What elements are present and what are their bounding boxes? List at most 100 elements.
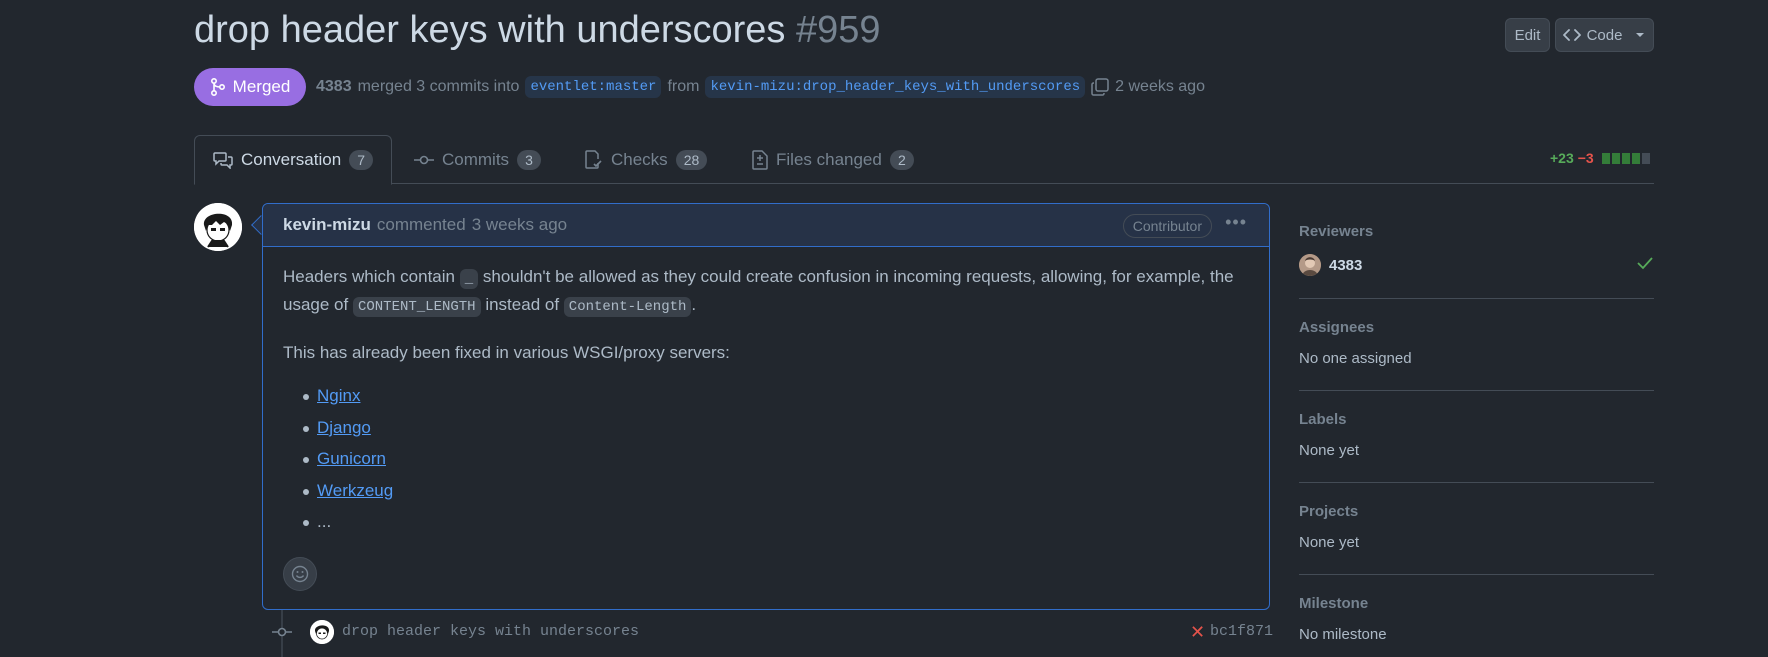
- reviewer-avatar-image: [1299, 254, 1321, 276]
- sidebar-assignees: Assignees No one assigned: [1299, 299, 1654, 391]
- pr-tabs: Conversation 7 Commits 3 Checks 28 Files…: [194, 135, 1654, 185]
- sidebar-reviewers: Reviewers 4383: [1299, 203, 1654, 299]
- pr-number: #959: [796, 9, 881, 51]
- merged-status-badge: Merged: [194, 68, 306, 106]
- comment-text: Headers which contain: [283, 267, 455, 286]
- tab-checks[interactable]: Checks 28: [567, 135, 725, 184]
- projects-value: None yet: [1299, 534, 1360, 551]
- diffstat-bar: [1601, 152, 1650, 164]
- tab-checks-label: Checks: [611, 149, 668, 169]
- link-werkzeug[interactable]: Werkzeug: [317, 481, 393, 500]
- commit-message-link[interactable]: drop header keys with underscores: [342, 623, 639, 640]
- avatar[interactable]: [310, 620, 334, 644]
- sidebar: Reviewers 4383 Assignees No one assigned…: [1299, 203, 1654, 657]
- caret-down-icon: [1636, 33, 1645, 37]
- from-word: from: [667, 78, 700, 95]
- diffstat: +23 −3: [1550, 150, 1650, 166]
- comment-paragraph: Headers which contain _ shouldn't be all…: [283, 264, 1249, 320]
- server-list: Nginx Django Gunicorn Werkzeug ...: [283, 381, 1249, 539]
- comment-card: kevin-mizu commented 3 weeks ago Contrib…: [262, 203, 1270, 610]
- list-item: Django: [283, 413, 1249, 445]
- author-avatar-image: [310, 620, 334, 644]
- tab-conversation[interactable]: Conversation 7: [194, 135, 393, 185]
- tab-commits[interactable]: Commits 3: [396, 135, 559, 184]
- list-item: Werkzeug: [283, 476, 1249, 508]
- comment-text: instead of: [485, 295, 560, 314]
- comment-timestamp[interactable]: 3 weeks ago: [472, 215, 567, 235]
- list-item: Nginx: [283, 381, 1249, 413]
- comment-text: .: [691, 295, 697, 314]
- labels-value: None yet: [1299, 442, 1360, 459]
- milestone-value: No milestone: [1299, 626, 1387, 643]
- copy-icon[interactable]: [1091, 78, 1109, 96]
- inline-code: _: [459, 269, 479, 289]
- comment-paragraph: This has already been fixed in various W…: [283, 343, 730, 362]
- tab-files-changed[interactable]: Files changed 2: [734, 135, 932, 184]
- check-icon: [1637, 257, 1653, 270]
- projects-title[interactable]: Projects: [1299, 503, 1654, 520]
- link-django[interactable]: Django: [317, 418, 371, 437]
- diffstat-box: [1621, 152, 1630, 164]
- tab-files-changed-label: Files changed: [776, 149, 882, 169]
- assignees-value: No one assigned: [1299, 350, 1412, 367]
- diffstat-box: [1631, 152, 1640, 164]
- list-item: Gunicorn: [283, 444, 1249, 476]
- pr-title: drop header keys with underscores #959: [194, 6, 881, 54]
- inline-code: CONTENT_LENGTH: [352, 297, 481, 317]
- merger-link[interactable]: 4383: [316, 78, 352, 96]
- labels-title[interactable]: Labels: [1299, 411, 1654, 428]
- tab-files-changed-count: 2: [889, 149, 914, 170]
- pr-meta: 4383 merged 3 commits into eventlet:mast…: [316, 72, 1205, 102]
- code-button-label: Code: [1586, 26, 1623, 44]
- diffstat-deletions: −3: [1577, 150, 1594, 166]
- tab-commits-count: 3: [517, 149, 542, 170]
- git-merge-icon: [210, 78, 225, 96]
- smiley-icon: [291, 565, 309, 583]
- assignees-title[interactable]: Assignees: [1299, 319, 1654, 336]
- code-icon: [1562, 29, 1581, 41]
- avatar[interactable]: [1299, 254, 1321, 276]
- reviewer-row: 4383: [1299, 254, 1654, 276]
- code-button[interactable]: Code: [1555, 18, 1654, 52]
- link-nginx[interactable]: Nginx: [317, 386, 360, 405]
- diffstat-box: [1611, 152, 1620, 164]
- tab-checks-count: 28: [675, 149, 708, 170]
- comment-author-link[interactable]: kevin-mizu: [283, 215, 371, 235]
- reviewer-name[interactable]: 4383: [1329, 257, 1362, 274]
- edit-button-label: Edit: [1514, 26, 1541, 44]
- inline-code: Content-Length: [563, 297, 692, 317]
- contributor-badge: Contributor: [1122, 214, 1212, 238]
- commit-sha-link[interactable]: bc1f871: [1210, 623, 1273, 640]
- link-gunicorn[interactable]: Gunicorn: [317, 449, 386, 468]
- author-avatar-image: [194, 203, 242, 251]
- avatar[interactable]: [194, 203, 242, 251]
- tab-commits-label: Commits: [442, 149, 510, 169]
- pr-title-text: drop header keys with underscores: [194, 9, 786, 51]
- comment-discussion-icon: [213, 152, 233, 169]
- diffstat-box: [1641, 152, 1650, 164]
- milestone-title[interactable]: Milestone: [1299, 595, 1654, 612]
- merge-summary: merged 3 commits into: [357, 78, 520, 95]
- list-item: ...: [283, 507, 1249, 539]
- kebab-horizontal-icon[interactable]: •••: [1225, 212, 1247, 233]
- reviewers-title[interactable]: Reviewers: [1299, 223, 1654, 240]
- git-commit-icon: [272, 627, 292, 637]
- sidebar-projects: Projects None yet: [1299, 483, 1654, 575]
- comment-body: Headers which contain _ shouldn't be all…: [283, 264, 1249, 539]
- tab-conversation-count: 7: [349, 150, 374, 170]
- head-branch[interactable]: kevin-mizu:drop_header_keys_with_undersc…: [705, 76, 1086, 98]
- git-commit-icon: [414, 155, 434, 164]
- timeline-commit: drop header keys with underscores ✕ bc1f…: [272, 620, 1273, 644]
- list-ellipsis: ...: [317, 512, 332, 531]
- file-diff-icon: [752, 149, 768, 170]
- edit-button[interactable]: Edit: [1505, 18, 1550, 52]
- sidebar-labels: Labels None yet: [1299, 391, 1654, 483]
- x-icon[interactable]: ✕: [1190, 622, 1205, 643]
- comment-action: commented: [376, 215, 466, 234]
- comment-header: kevin-mizu commented 3 weeks ago Contrib…: [263, 204, 1269, 247]
- checklist-icon: [585, 149, 602, 169]
- base-branch[interactable]: eventlet:master: [525, 76, 662, 98]
- merged-status-label: Merged: [232, 77, 291, 96]
- add-reaction-button[interactable]: [283, 557, 317, 591]
- merge-time: 2 weeks ago: [1115, 78, 1205, 95]
